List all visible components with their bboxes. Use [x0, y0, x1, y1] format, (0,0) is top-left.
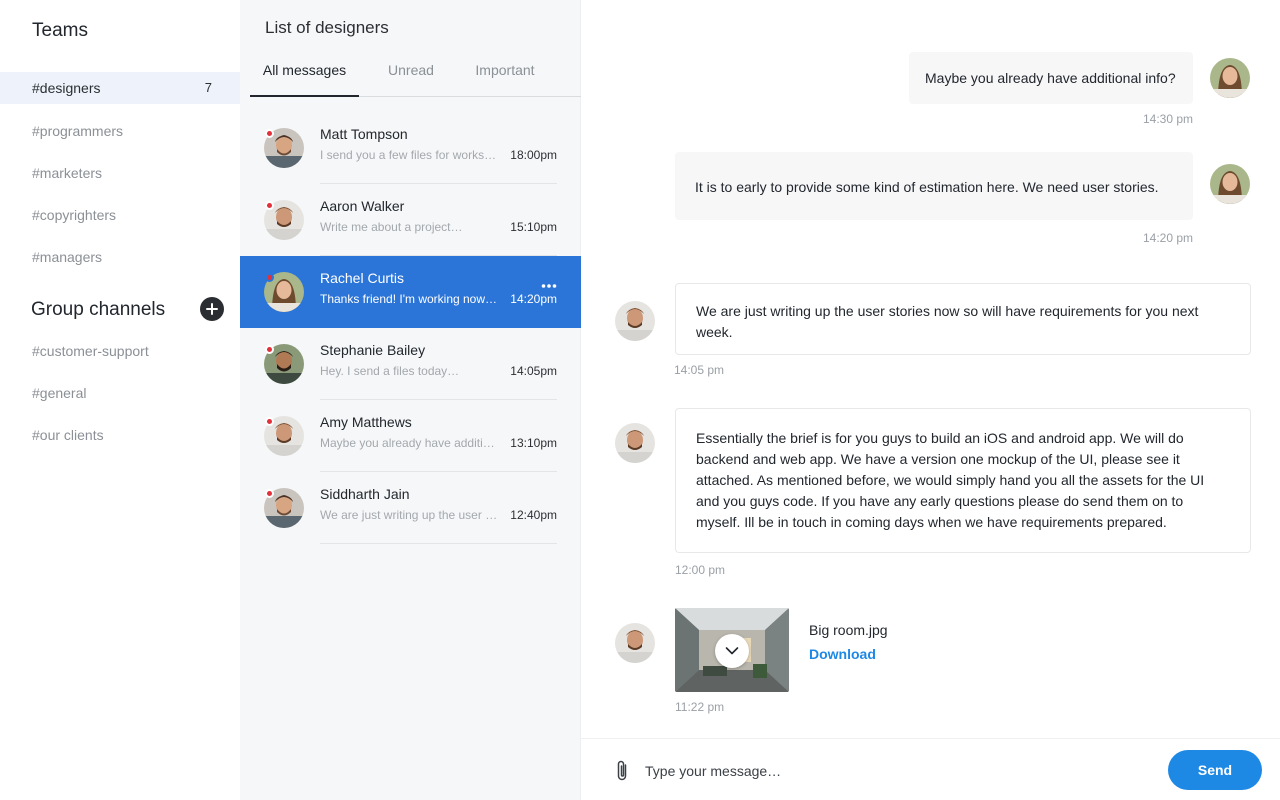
sidebar-item-label: #general [32, 385, 87, 401]
avatar [615, 623, 655, 663]
avatar [1210, 58, 1250, 98]
sidebar-item-label: #customer-support [32, 343, 149, 359]
sidebar-item-label: #copyrighters [32, 207, 117, 223]
unread-dot [265, 489, 274, 498]
sidebar-item-label: #designers [32, 80, 101, 96]
message-bubble-incoming: Essentially the brief is for you guys to… [675, 408, 1251, 553]
avatar [615, 423, 655, 463]
teams-heading: Teams [32, 20, 88, 41]
chevron-down-icon [725, 647, 739, 655]
message-time: 14:05pm [510, 364, 557, 378]
list-title: List of designers [265, 18, 389, 37]
conversation-item[interactable]: Stephanie Bailey Hey. I send a files tod… [240, 328, 581, 400]
contact-name: Amy Matthews [320, 414, 412, 430]
conversation-item[interactable]: Siddharth Jain We are just writing up th… [240, 472, 581, 544]
download-overlay-button[interactable] [715, 634, 749, 668]
message-time: 14:05 pm [674, 363, 725, 377]
message-preview: Write me about a project… [320, 220, 463, 234]
message-bubble-outgoing: Maybe you already have additional info? [909, 52, 1193, 104]
download-link[interactable]: Download [809, 646, 876, 662]
sidebar-item-label: #marketers [32, 165, 103, 181]
tab-unread[interactable]: Unread [376, 56, 446, 97]
message-filter-tabs: All messages Unread Important [250, 56, 581, 97]
message-preview: Thanks friend! I'm working now on the pr… [320, 292, 500, 306]
message-time: 13:10pm [510, 436, 557, 450]
chat-panel: Maybe you already have additional info? … [581, 0, 1280, 800]
attachment-thumbnail[interactable] [675, 608, 789, 692]
conversation-item[interactable]: Aaron Walker Write me about a project… 1… [240, 184, 581, 256]
group-channels-heading: Group channels [31, 299, 166, 320]
sidebar-item-programmers[interactable]: #programmers [0, 115, 240, 147]
message-preview: Maybe you already have additional info? [320, 436, 500, 450]
sidebar-item-copyrighters[interactable]: #copyrighters [0, 199, 240, 231]
unread-dot [265, 417, 274, 426]
teams-sidebar: Teams #designers 7 #programmers #markete… [0, 0, 240, 800]
more-options-icon[interactable] [541, 278, 557, 294]
message-preview: Hey. I send a files today… [320, 364, 460, 378]
message-time: 18:00pm [510, 148, 557, 162]
unread-dot [265, 129, 274, 138]
sidebar-item-our-clients[interactable]: #our clients [0, 419, 240, 451]
conversation-list-panel: List of designers All messages Unread Im… [240, 0, 581, 800]
conversation-item[interactable]: Matt Tompson I send you a few files for … [240, 112, 581, 184]
send-button[interactable]: Send [1168, 750, 1262, 790]
contact-name: Matt Tompson [320, 126, 408, 142]
sidebar-item-label: #our clients [32, 427, 104, 443]
sidebar-item-label: #programmers [32, 123, 124, 139]
row-divider [320, 543, 557, 544]
unread-dot [265, 345, 274, 354]
sidebar-item-label: #managers [32, 249, 103, 265]
sidebar-item-customer-support[interactable]: #customer-support [0, 335, 240, 367]
conversation-item-selected[interactable]: Rachel Curtis Thanks friend! I'm working… [240, 256, 581, 328]
contact-name: Siddharth Jain [320, 486, 410, 502]
message-bubble-outgoing: It is to early to provide some kind of e… [675, 152, 1193, 220]
avatar [615, 301, 655, 341]
sidebar-item-marketers[interactable]: #marketers [0, 157, 240, 189]
add-channel-button[interactable] [200, 297, 224, 321]
message-preview: I send you a few files for workshop [320, 148, 500, 162]
message-time: 14:30 pm [1143, 112, 1194, 126]
unread-dot [265, 273, 274, 282]
message-time: 15:10pm [510, 220, 557, 234]
unread-dot [265, 201, 274, 210]
message-composer: Send [581, 738, 1280, 800]
message-time: 12:40pm [510, 508, 557, 522]
message-time: 14:20 pm [1143, 231, 1194, 245]
unread-count-badge: 7 [204, 80, 212, 95]
attachment-file-name: Big room.jpg [809, 622, 888, 638]
tab-important[interactable]: Important [465, 56, 545, 97]
message-time: 11:22 pm [675, 700, 725, 714]
avatar [1210, 164, 1250, 204]
message-input[interactable] [645, 757, 1145, 785]
contact-name: Stephanie Bailey [320, 342, 426, 358]
paperclip-icon[interactable] [613, 759, 631, 783]
tab-all-messages[interactable]: All messages [250, 56, 359, 97]
message-preview: We are just writing up the user stories [320, 508, 500, 522]
contact-name: Aaron Walker [320, 198, 405, 214]
conversation-item[interactable]: Amy Matthews Maybe you already have addi… [240, 400, 581, 472]
message-time: 12:00 pm [675, 563, 726, 577]
message-bubble-incoming: We are just writing up the user stories … [675, 283, 1251, 355]
plus-icon [206, 303, 218, 315]
sidebar-item-designers[interactable]: #designers 7 [0, 72, 240, 104]
message-time: 14:20pm [510, 292, 557, 306]
contact-name: Rachel Curtis [320, 270, 405, 286]
sidebar-item-general[interactable]: #general [0, 377, 240, 409]
sidebar-item-managers[interactable]: #managers [0, 241, 240, 273]
